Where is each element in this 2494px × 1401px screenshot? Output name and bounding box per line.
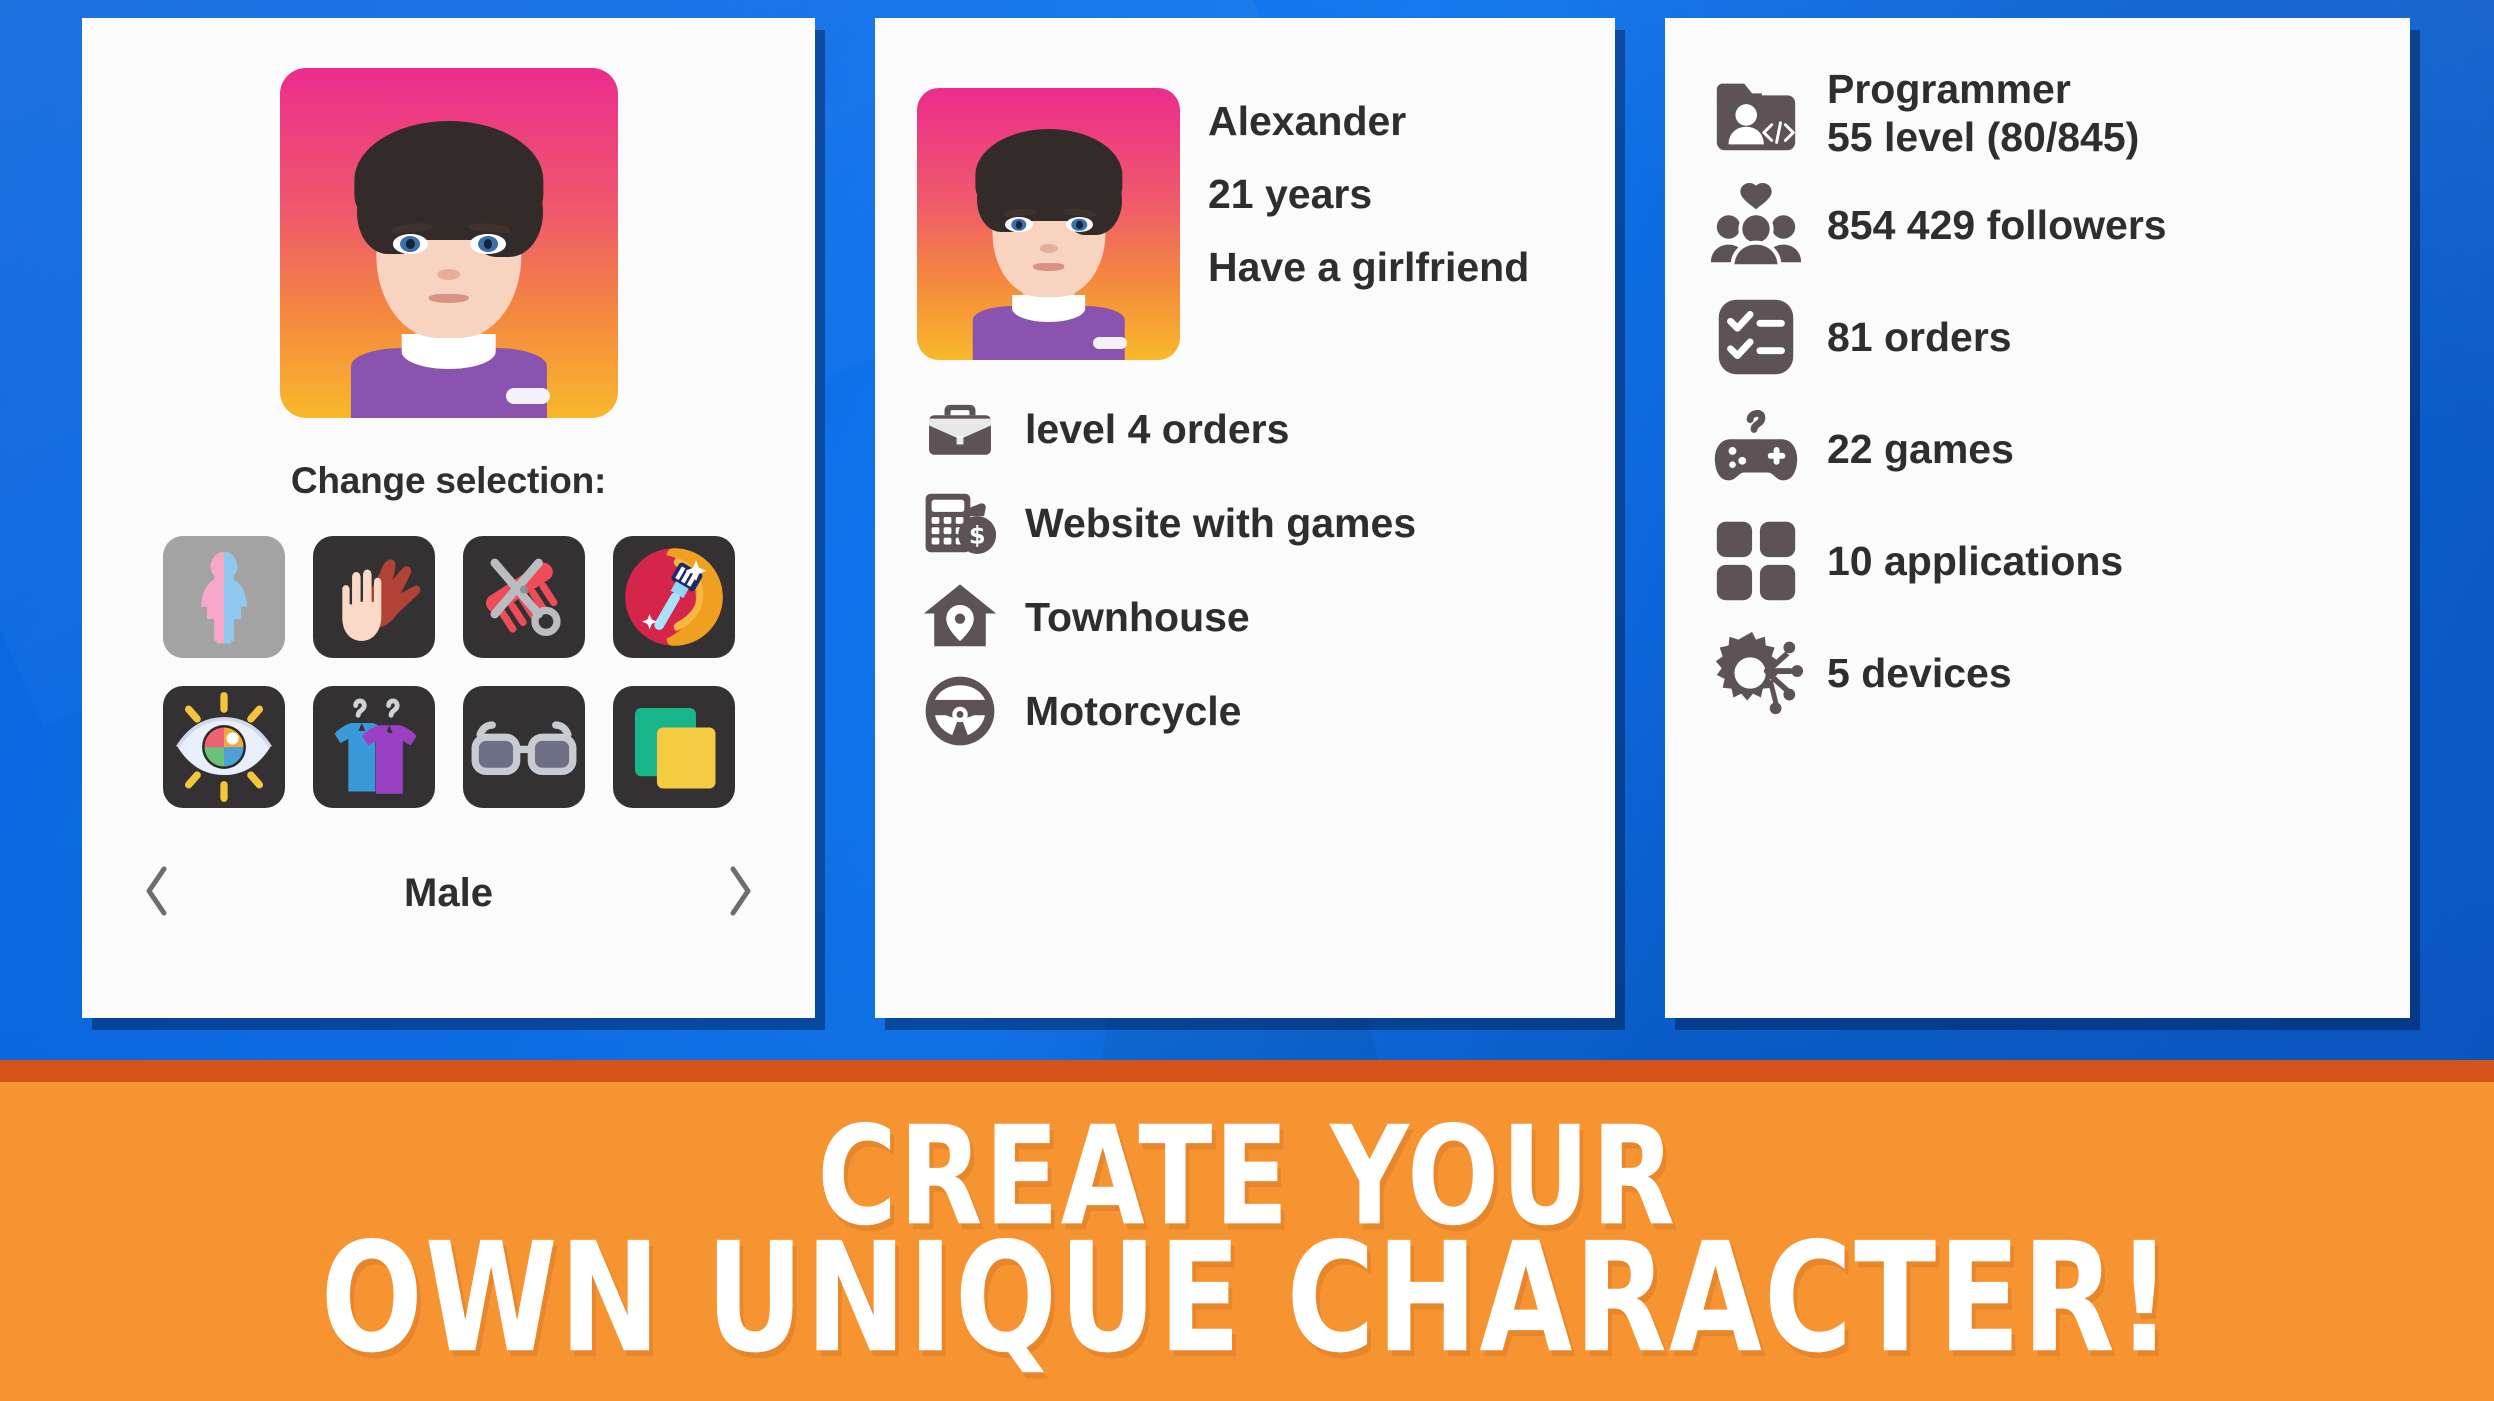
banner-content: CREATE YOUR OWN UNIQUE CHARACTER! (0, 1082, 2494, 1401)
profile-age: 21 years (1208, 171, 1373, 217)
customization-options-grid (82, 536, 815, 808)
profile-relationship: Have a girlfriend (1208, 244, 1530, 290)
profile-attributes-list: level 4 orders $ Website with games Town… (875, 360, 1615, 754)
svg-text:$: $ (969, 522, 986, 550)
profile-card: Alexander 21 years Have a girlfriend lev… (875, 18, 1615, 1018)
list-item: 5 devices (1707, 624, 2410, 722)
list-item: $ Website with games (917, 480, 1615, 566)
character-avatar-preview[interactable] (279, 68, 618, 418)
list-item-label: 5 devices (1827, 649, 2012, 696)
avatar-nose (1039, 244, 1058, 254)
checklist-icon (1707, 288, 1805, 386)
calculator-money-icon: $ (917, 480, 1003, 566)
option-tile-haircut[interactable] (462, 536, 585, 658)
list-item-label: Townhouse (1025, 593, 1250, 640)
avatar-mouth (1032, 263, 1065, 271)
profile-avatar (917, 88, 1180, 360)
change-selection-label: Change selection: (290, 460, 607, 501)
option-tile-glasses[interactable] (462, 686, 585, 808)
avatar-collar (401, 334, 496, 369)
gamepad-icon (1707, 400, 1805, 498)
customization-card: Change selection: Male (82, 18, 815, 1018)
list-item-label: 10 applications (1827, 537, 2124, 584)
list-item: 22 games (1707, 400, 2410, 498)
briefcase-icon (917, 386, 1003, 472)
stats-card: Programmer 55 level (80/845) 854 429 foll… (1665, 18, 2410, 1018)
option-tile-gender[interactable] (162, 536, 285, 658)
option-tile-background[interactable] (612, 686, 735, 808)
list-item-label: Programmer 55 level (80/845) (1827, 65, 2139, 162)
avatar-iris (1011, 218, 1027, 232)
house-pin-icon (917, 574, 1003, 660)
avatar-iris (400, 236, 421, 253)
programmer-folder-icon (1707, 64, 1805, 162)
list-item: Motorcycle (917, 668, 1615, 754)
option-tile-skin-tone[interactable] (312, 536, 435, 658)
gear-chip-icon (1707, 624, 1805, 722)
list-item-label: 81 orders (1827, 313, 2012, 360)
list-item-label: 854 429 followers (1827, 201, 2167, 248)
list-item: 10 applications (1707, 512, 2410, 610)
avatar-eye-right (470, 234, 506, 254)
selector-next-button[interactable] (717, 864, 763, 922)
list-item: 854 429 followers (1707, 176, 2410, 274)
chevron-left-icon (142, 865, 172, 922)
selector-value: Male (404, 870, 493, 915)
list-item-label: 22 games (1827, 425, 2014, 472)
profile-identity: Alexander 21 years Have a girlfriend (1208, 88, 1529, 291)
avatar-pupil (406, 239, 415, 250)
gender-selector: Male (134, 864, 763, 922)
followers-icon (1707, 176, 1805, 274)
avatar-collar (1011, 294, 1086, 322)
list-item: Programmer 55 level (80/845) (1707, 64, 2410, 162)
avatar-eye-left (392, 234, 429, 254)
stats-list: Programmer 55 level (80/845) 854 429 foll… (1665, 18, 2410, 722)
list-item-label: Website with games (1025, 499, 1417, 546)
promo-banner: CREATE YOUR OWN UNIQUE CHARACTER! (0, 1060, 2494, 1401)
avatar-nose (436, 269, 461, 281)
avatar-pupil (1015, 220, 1023, 229)
option-tile-clothes[interactable] (312, 686, 435, 808)
avatar-shirt-badge (1093, 336, 1128, 350)
avatar-shirt-badge (505, 387, 550, 404)
avatar-mouth (428, 293, 469, 303)
stat-line-1: Programmer (1827, 65, 2071, 112)
list-item: 81 orders (1707, 288, 2410, 386)
list-item-label: level 4 orders (1025, 405, 1290, 452)
stat-line-2: 55 level (80/845) (1827, 114, 2140, 160)
steering-wheel-icon (917, 668, 1003, 754)
banner-top-strip (0, 1060, 2494, 1082)
option-tile-eye-color[interactable] (162, 686, 285, 808)
profile-name: Alexander (1208, 98, 1407, 144)
avatar-pupil (484, 239, 493, 250)
avatar-iris (478, 236, 499, 253)
avatar-pupil (1076, 220, 1083, 229)
avatar-iris (1071, 218, 1088, 232)
selector-prev-button[interactable] (134, 864, 180, 922)
chevron-right-icon (725, 865, 755, 922)
list-item: Townhouse (917, 574, 1615, 660)
headline-line-2: OWN UNIQUE CHARACTER! (320, 1211, 2174, 1388)
promo-screen: Change selection: Male Alexander 21 year… (0, 0, 2494, 1401)
list-item: level 4 orders (917, 386, 1615, 472)
apps-grid-icon (1707, 512, 1805, 610)
option-tile-hair-color[interactable] (612, 536, 735, 658)
profile-header: Alexander 21 years Have a girlfriend (875, 18, 1615, 360)
list-item-label: Motorcycle (1025, 687, 1242, 734)
